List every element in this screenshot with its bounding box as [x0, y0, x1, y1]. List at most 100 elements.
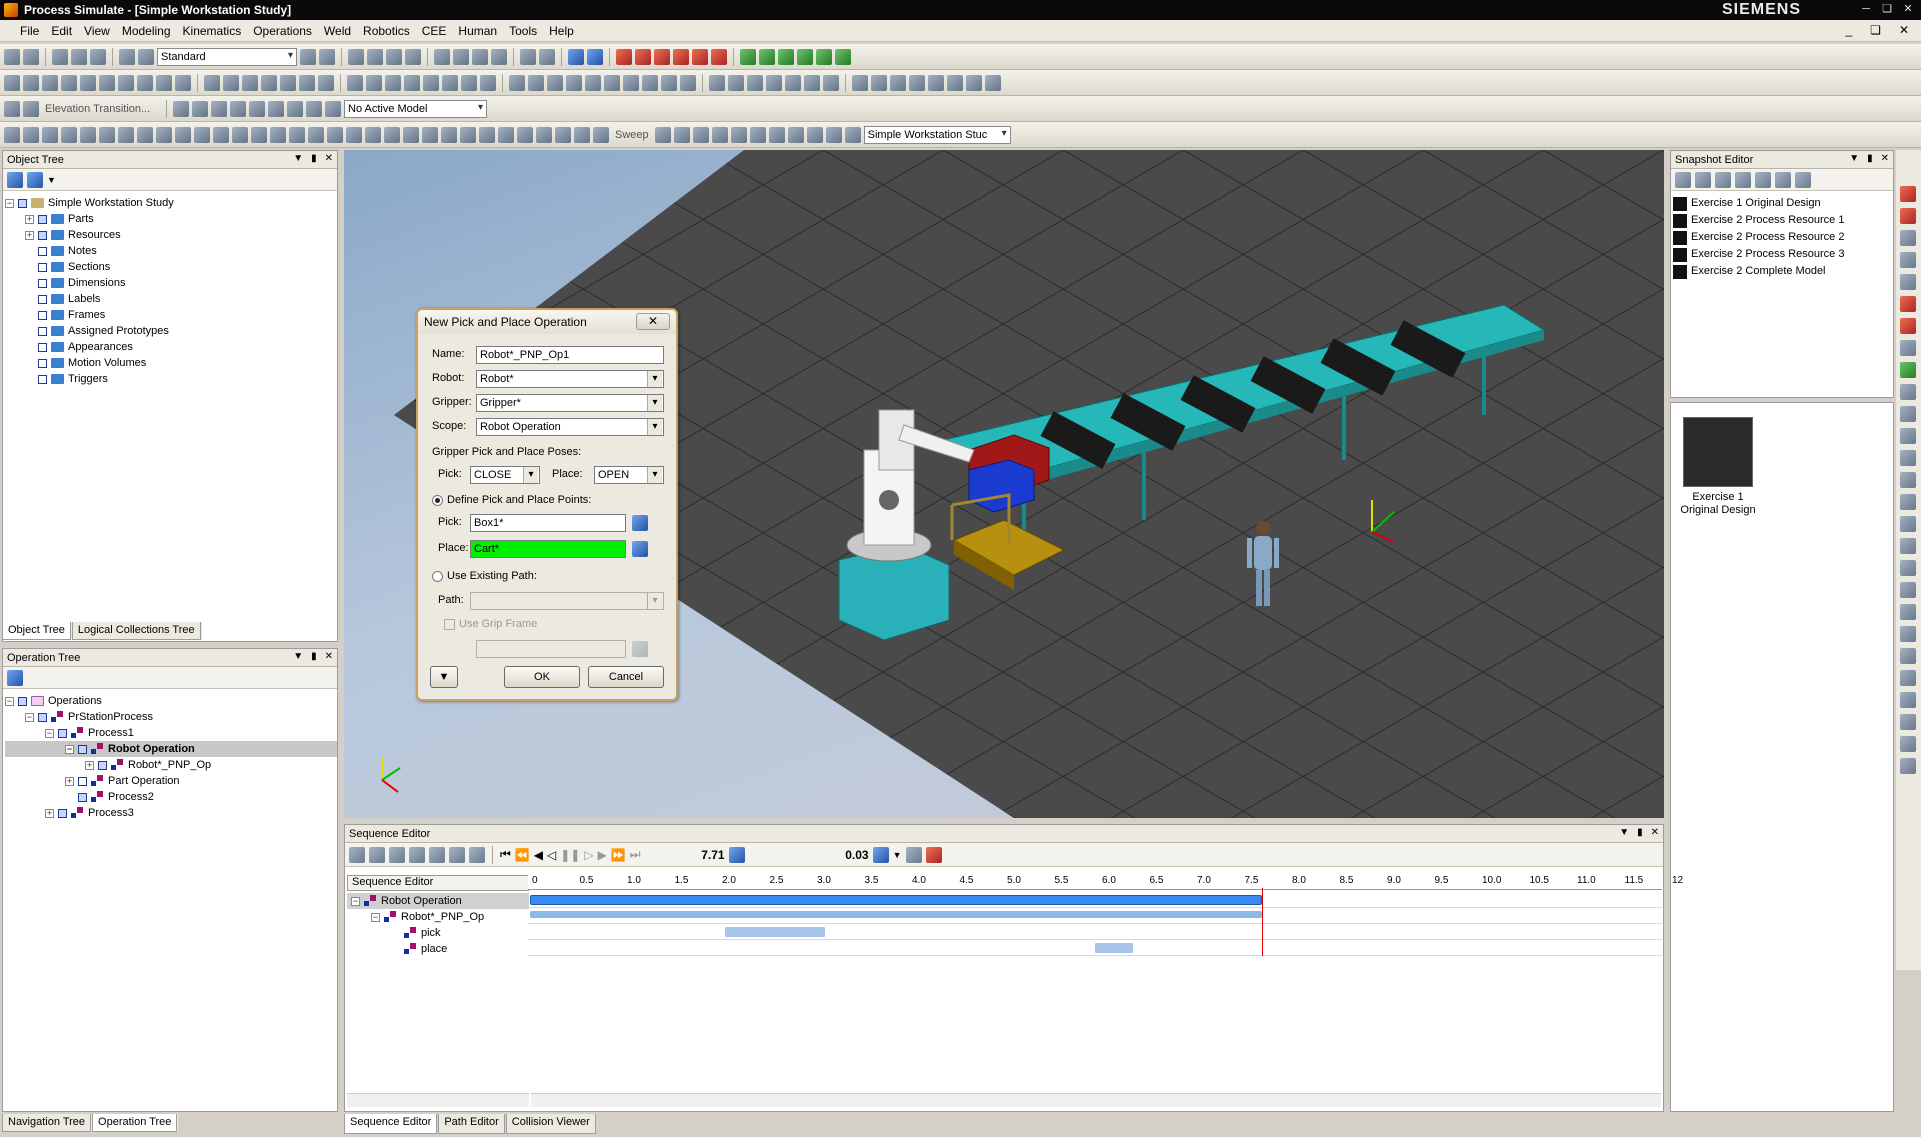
study-combo[interactable]: Simple Workstation Stuc: [863, 125, 1011, 144]
tools-tool-3-icon[interactable]: [890, 74, 906, 91]
draw-tool-16-icon[interactable]: [289, 126, 305, 143]
select-arrow-icon[interactable]: [434, 48, 450, 65]
undo-icon[interactable]: [300, 48, 316, 65]
collapse-icon[interactable]: −: [45, 728, 54, 738]
side-tool-25-icon[interactable]: [1900, 714, 1916, 730]
tree-item-operations[interactable]: − Operations: [5, 693, 335, 709]
save-icon[interactable]: [52, 48, 68, 65]
tab-collision-viewer[interactable]: Collision Viewer: [505, 1114, 596, 1134]
modeling-tool-9-icon[interactable]: [156, 74, 172, 91]
snapshot-item[interactable]: Exercise 2 Process Resource 1: [1673, 212, 1891, 229]
delete-snapshot-icon[interactable]: [1755, 171, 1771, 188]
panel-menu-icon[interactable]: ▼: [1849, 153, 1859, 164]
snapshot-item[interactable]: Exercise 2 Process Resource 3: [1673, 246, 1891, 263]
scope-select[interactable]: Robot Operation: [476, 418, 664, 436]
human-tool-7-icon[interactable]: [823, 74, 839, 91]
tree-view-icon[interactable]: [7, 669, 23, 686]
tree-item-process3[interactable]: + Process3: [5, 805, 335, 821]
tab-path-editor[interactable]: Path Editor: [438, 1114, 505, 1134]
tree-scrollbar[interactable]: [347, 1093, 529, 1107]
side-tool-9-icon[interactable]: [1900, 362, 1916, 378]
scissors-icon[interactable]: [348, 48, 364, 65]
draw-tool-17-icon[interactable]: [308, 126, 324, 143]
draw-tool-25-icon[interactable]: [460, 126, 476, 143]
panel-menu-icon[interactable]: ▼: [1619, 827, 1629, 838]
visibility-checkbox[interactable]: [38, 214, 47, 224]
robot-select[interactable]: Robot*: [476, 370, 664, 388]
draw-tool-14-icon[interactable]: [251, 126, 267, 143]
properties-icon[interactable]: [405, 48, 421, 65]
ok-button[interactable]: OK: [504, 666, 580, 688]
shape-tool-2-icon[interactable]: [673, 126, 690, 143]
gantt-bar-pick[interactable]: [724, 927, 825, 937]
pause-icon[interactable]: ❚❚: [560, 848, 580, 862]
draw-tool-23-icon[interactable]: [422, 126, 438, 143]
draw-tool-4-icon[interactable]: [61, 126, 77, 143]
side-tool-13-icon[interactable]: [1900, 450, 1916, 466]
tools-tool-7-icon[interactable]: [966, 74, 982, 91]
gantt-bar-place[interactable]: [1095, 943, 1134, 953]
side-tool-11-icon[interactable]: [1900, 406, 1916, 422]
mdi-minimize-button[interactable]: _: [1839, 23, 1858, 37]
human-tool-3-icon[interactable]: [747, 74, 763, 91]
side-tool-2-icon[interactable]: [1900, 208, 1916, 224]
visibility-checkbox[interactable]: [38, 358, 47, 368]
menu-modeling[interactable]: Modeling: [116, 24, 177, 38]
draw-tool-11-icon[interactable]: [194, 126, 210, 143]
grid-icon[interactable]: [138, 48, 154, 65]
menu-edit[interactable]: Edit: [45, 24, 78, 38]
draw-tool-13-icon[interactable]: [232, 126, 248, 143]
model-icon[interactable]: [325, 100, 341, 117]
tools-tool-2-icon[interactable]: [871, 74, 887, 91]
draw-tool-18-icon[interactable]: [327, 126, 343, 143]
cee-tool-2-icon[interactable]: [23, 100, 39, 117]
robotics-tool-2-icon[interactable]: [366, 74, 382, 91]
tool-disabled-icon[interactable]: [905, 846, 922, 863]
shape-tool-3-icon[interactable]: [692, 126, 709, 143]
tree-item-study[interactable]: − Simple Workstation Study: [5, 195, 335, 211]
draw-tool-6-icon[interactable]: [99, 126, 115, 143]
modeling-tool-8-icon[interactable]: [137, 74, 153, 91]
kinematics-tool-2-icon[interactable]: [223, 74, 239, 91]
view-icon[interactable]: [587, 48, 603, 65]
side-tool-18-icon[interactable]: [1900, 560, 1916, 576]
expand-dialog-button[interactable]: ▼: [430, 666, 458, 688]
visibility-checkbox[interactable]: [38, 374, 47, 384]
tab-sequence-editor[interactable]: Sequence Editor: [344, 1114, 438, 1134]
human-tool-4-icon[interactable]: [766, 74, 782, 91]
side-tool-20-icon[interactable]: [1900, 604, 1916, 620]
visibility-checkbox[interactable]: [58, 808, 67, 818]
shape-tool-11-icon[interactable]: [844, 126, 861, 143]
cut-icon[interactable]: [71, 48, 87, 65]
robotics-tool-8-icon[interactable]: [480, 74, 496, 91]
tree-item-prstationprocess[interactable]: − PrStationProcess: [5, 709, 335, 725]
side-tool-23-icon[interactable]: [1900, 670, 1916, 686]
expand-icon[interactable]: +: [85, 760, 94, 770]
visibility-checkbox[interactable]: [18, 198, 27, 208]
weld-tool-8-icon[interactable]: [642, 74, 658, 91]
human-tool-1-icon[interactable]: [709, 74, 725, 91]
minimize-button[interactable]: ─: [1857, 2, 1875, 17]
pick-point-field[interactable]: Box1*: [470, 514, 626, 532]
record-icon[interactable]: [925, 846, 942, 863]
visibility-checkbox[interactable]: [78, 792, 87, 802]
cee-tool-10-icon[interactable]: [306, 100, 322, 117]
link-icon[interactable]: [349, 846, 365, 863]
zoom-icon[interactable]: [472, 48, 488, 65]
visibility-checkbox[interactable]: [38, 712, 47, 722]
shape-tool-9-icon[interactable]: [806, 126, 823, 143]
zoom-in-icon[interactable]: [389, 846, 405, 863]
seq-row-pnp-op[interactable]: − Robot*_PNP_Op: [347, 909, 529, 925]
paste-icon[interactable]: [367, 48, 383, 65]
side-tool-16-icon[interactable]: [1900, 516, 1916, 532]
shape-tool-6-icon[interactable]: [749, 126, 766, 143]
existing-path-radio[interactable]: [432, 570, 443, 582]
collapse-icon[interactable]: −: [5, 198, 14, 208]
play-forward-icon[interactable]: ▶: [598, 848, 607, 862]
expand-icon[interactable]: +: [45, 808, 54, 818]
side-tool-4-icon[interactable]: [1900, 252, 1916, 268]
side-tool-8-icon[interactable]: [1900, 340, 1916, 356]
side-tool-7-icon[interactable]: [1900, 318, 1916, 334]
cee-tool-6-icon[interactable]: [230, 100, 246, 117]
weld-tool-7-icon[interactable]: [623, 74, 639, 91]
